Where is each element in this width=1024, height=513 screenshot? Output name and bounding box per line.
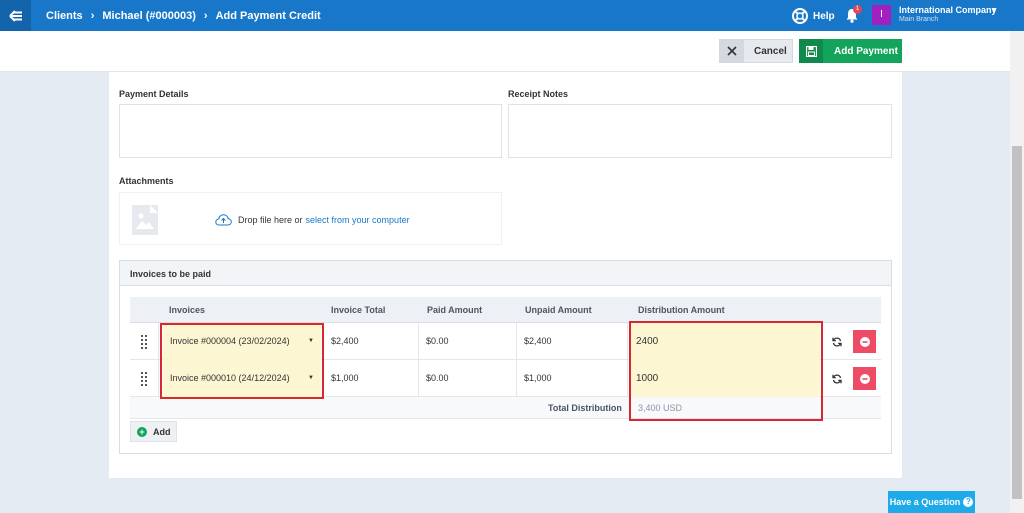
refresh-icon[interactable]	[826, 323, 848, 360]
invoice-total: $1,000	[323, 360, 419, 397]
breadcrumb-client[interactable]: Michael (#000003)	[102, 10, 196, 22]
avatar[interactable]: I	[872, 5, 891, 25]
cancel-button[interactable]: Cancel	[719, 39, 793, 63]
action-bar: Cancel Add Payment	[0, 31, 1010, 72]
add-payment-button[interactable]: Add Payment	[799, 39, 902, 63]
unpaid-amount: $1,000	[517, 360, 628, 397]
cancel-label: Cancel	[754, 45, 787, 57]
unpaid-amount: $2,400	[517, 323, 628, 360]
have-a-question-button[interactable]: Have a Question ?	[888, 491, 975, 513]
company-switcher[interactable]: International Company Main Branch ▼	[899, 5, 998, 25]
chevron-right-icon: ›	[90, 9, 95, 22]
distribution-column-highlight	[629, 321, 823, 421]
add-invoice-button[interactable]: + Add	[130, 421, 177, 442]
have-a-question-label: Have a Question	[889, 497, 961, 507]
col-distribution-amount: Distribution Amount	[638, 297, 725, 323]
branch-name: Main Branch	[899, 16, 939, 23]
chevron-right-icon: ›	[203, 9, 208, 22]
top-navbar: Clients › Michael (#000003) › Add Paymen…	[0, 0, 1024, 31]
menu-toggle-button[interactable]	[0, 0, 31, 31]
refresh-icon[interactable]	[826, 360, 848, 397]
col-invoice-total: Invoice Total	[331, 297, 386, 323]
notification-badge: 1	[853, 5, 862, 14]
payment-details-label: Payment Details	[119, 89, 189, 99]
question-icon: ?	[963, 497, 974, 507]
paid-amount: $0.00	[419, 360, 517, 397]
drag-handle-icon[interactable]	[130, 360, 159, 397]
receipt-notes-field[interactable]	[508, 104, 892, 158]
close-icon	[720, 40, 744, 62]
col-invoices: Invoices	[169, 297, 206, 323]
minus-circle-icon	[859, 336, 870, 347]
save-icon	[799, 39, 823, 63]
breadcrumb-clients[interactable]: Clients	[46, 10, 83, 22]
col-unpaid-amount: Unpaid Amount	[525, 297, 592, 323]
page-scrollbar[interactable]	[1010, 31, 1024, 513]
company-name: International Company	[899, 5, 997, 15]
attachment-dropzone[interactable]: Drop file here or select from your compu…	[119, 192, 502, 245]
help-label: Help	[813, 10, 835, 22]
paid-amount: $0.00	[419, 323, 517, 360]
select-file-link[interactable]: select from your computer	[306, 215, 410, 225]
invoice-total: $2,400	[323, 323, 419, 360]
col-paid-amount: Paid Amount	[427, 297, 483, 323]
breadcrumb: Clients › Michael (#000003) › Add Paymen…	[46, 0, 321, 31]
plus-icon: +	[137, 426, 147, 437]
drop-text: Drop file here or	[238, 215, 303, 225]
drop-instructions: Drop file here or select from your compu…	[215, 214, 410, 226]
caret-down-icon: ▼	[991, 7, 998, 14]
file-placeholder-icon	[132, 205, 158, 235]
breadcrumb-current: Add Payment Credit	[215, 9, 321, 22]
lifebuoy-icon	[792, 8, 808, 24]
invoice-column-highlight	[160, 323, 324, 399]
add-label: Add	[153, 426, 171, 437]
remove-row-button[interactable]	[853, 367, 876, 390]
back-arrow-icon	[8, 9, 22, 22]
scroll-thumb[interactable]	[1012, 146, 1022, 499]
invoices-table-header	[130, 297, 881, 323]
invoices-section-title: Invoices to be paid	[120, 261, 891, 286]
minus-circle-icon	[859, 373, 870, 384]
payment-details-field[interactable]	[119, 104, 502, 158]
remove-row-button[interactable]	[853, 330, 876, 353]
add-payment-label: Add Payment	[834, 45, 898, 57]
help-button[interactable]: Help	[792, 8, 835, 24]
receipt-notes-label: Receipt Notes	[508, 89, 569, 99]
total-distribution-label: Total Distribution	[548, 403, 622, 413]
drag-handle-icon[interactable]	[130, 323, 159, 360]
cloud-upload-icon	[215, 214, 232, 226]
attachments-label: Attachments	[119, 176, 174, 186]
